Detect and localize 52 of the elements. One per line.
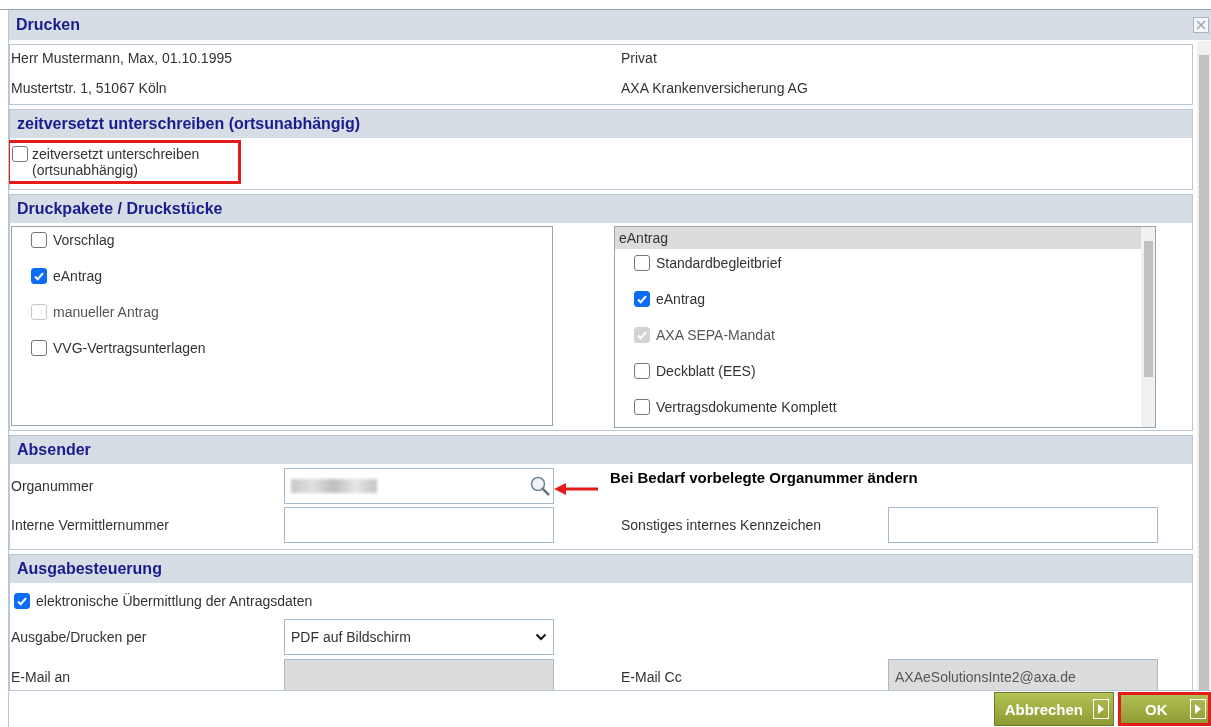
customer-info-text: Mustertstr. 1, 51067 Köln (11, 80, 168, 96)
section-heading: Absender (10, 436, 1192, 464)
dialog-button[interactable]: Abbrechen (993, 692, 1114, 726)
checkbox[interactable] (12, 146, 28, 162)
field-label: Organummer (11, 478, 95, 494)
input-field[interactable] (284, 507, 554, 543)
field-label: E-Mail an (11, 669, 72, 685)
play-icon (1190, 699, 1206, 719)
checkbox-label: VVG-Vertragsunterlagen (53, 340, 206, 356)
checkbox[interactable] (31, 268, 47, 284)
checkbox[interactable] (31, 232, 47, 248)
checkbox[interactable] (634, 399, 650, 415)
customer-info-text: Herr Mustermann, Max, 01.10.1995 (11, 50, 233, 66)
section-heading: Druckpakete / Druckstücke (10, 195, 1192, 223)
customer-info-text: AXA Krankenversicherung AG (621, 80, 809, 96)
field-label: Sonstiges internes Kennzeichen (621, 517, 823, 533)
scrollbar[interactable] (1197, 41, 1211, 690)
dropdown[interactable]: PDF auf Bildschirm (284, 619, 554, 655)
scrollbar[interactable] (1141, 227, 1155, 427)
checkbox-label: zeitversetzt unterschreiben (ortsunabhängig) (32, 146, 201, 178)
checkbox-label: Vertragsdokumente Komplett (656, 399, 837, 415)
field-label: Interne Vermittlernummer (11, 517, 170, 533)
annotation-note: Bei Bedarf vorbelegte Organummer ändern (610, 469, 918, 486)
checkbox-label: Standardbegleitbrief (656, 255, 782, 271)
play-icon (1093, 699, 1109, 719)
checkbox-label: Vorschlag (53, 232, 115, 248)
checkbox-label: manueller Antrag (53, 304, 159, 320)
checkbox-label: AXA SEPA-Mandat (656, 327, 775, 343)
field-label: E-Mail Cc (621, 669, 683, 685)
checkbox-label: Deckblatt (EES) (656, 363, 756, 379)
field-label: Ausgabe/Drucken per (11, 629, 148, 645)
close-icon[interactable] (1193, 17, 1209, 33)
checkbox[interactable] (31, 340, 47, 356)
checkbox[interactable] (634, 291, 650, 307)
checkbox[interactable] (634, 363, 650, 379)
checkbox-label: eAntrag (656, 291, 706, 307)
customer-info-text: Privat (621, 50, 658, 66)
section-heading: zeitversetzt unterschreiben (ortsunabhängig) (10, 110, 1192, 138)
section-heading: Ausgabesteuerung (10, 555, 1192, 583)
checkbox-label: eAntrag (53, 268, 103, 284)
list-group-header: eAntrag (615, 227, 1141, 249)
search-field[interactable] (284, 468, 554, 504)
input-field: AXAeSolutionsInte2@axa.de (888, 659, 1158, 690)
dialog-button[interactable]: OK (1118, 692, 1211, 726)
checkbox[interactable] (634, 255, 650, 271)
input-field[interactable] (888, 507, 1158, 543)
caret-icon (535, 633, 547, 641)
dialog-title: Drucken (16, 16, 81, 34)
arrow-icon (554, 483, 598, 495)
search-icon[interactable] (529, 475, 551, 497)
checkbox[interactable] (14, 593, 30, 609)
checkbox-label: elektronische Übermittlung der Antragsdaten (36, 593, 313, 609)
